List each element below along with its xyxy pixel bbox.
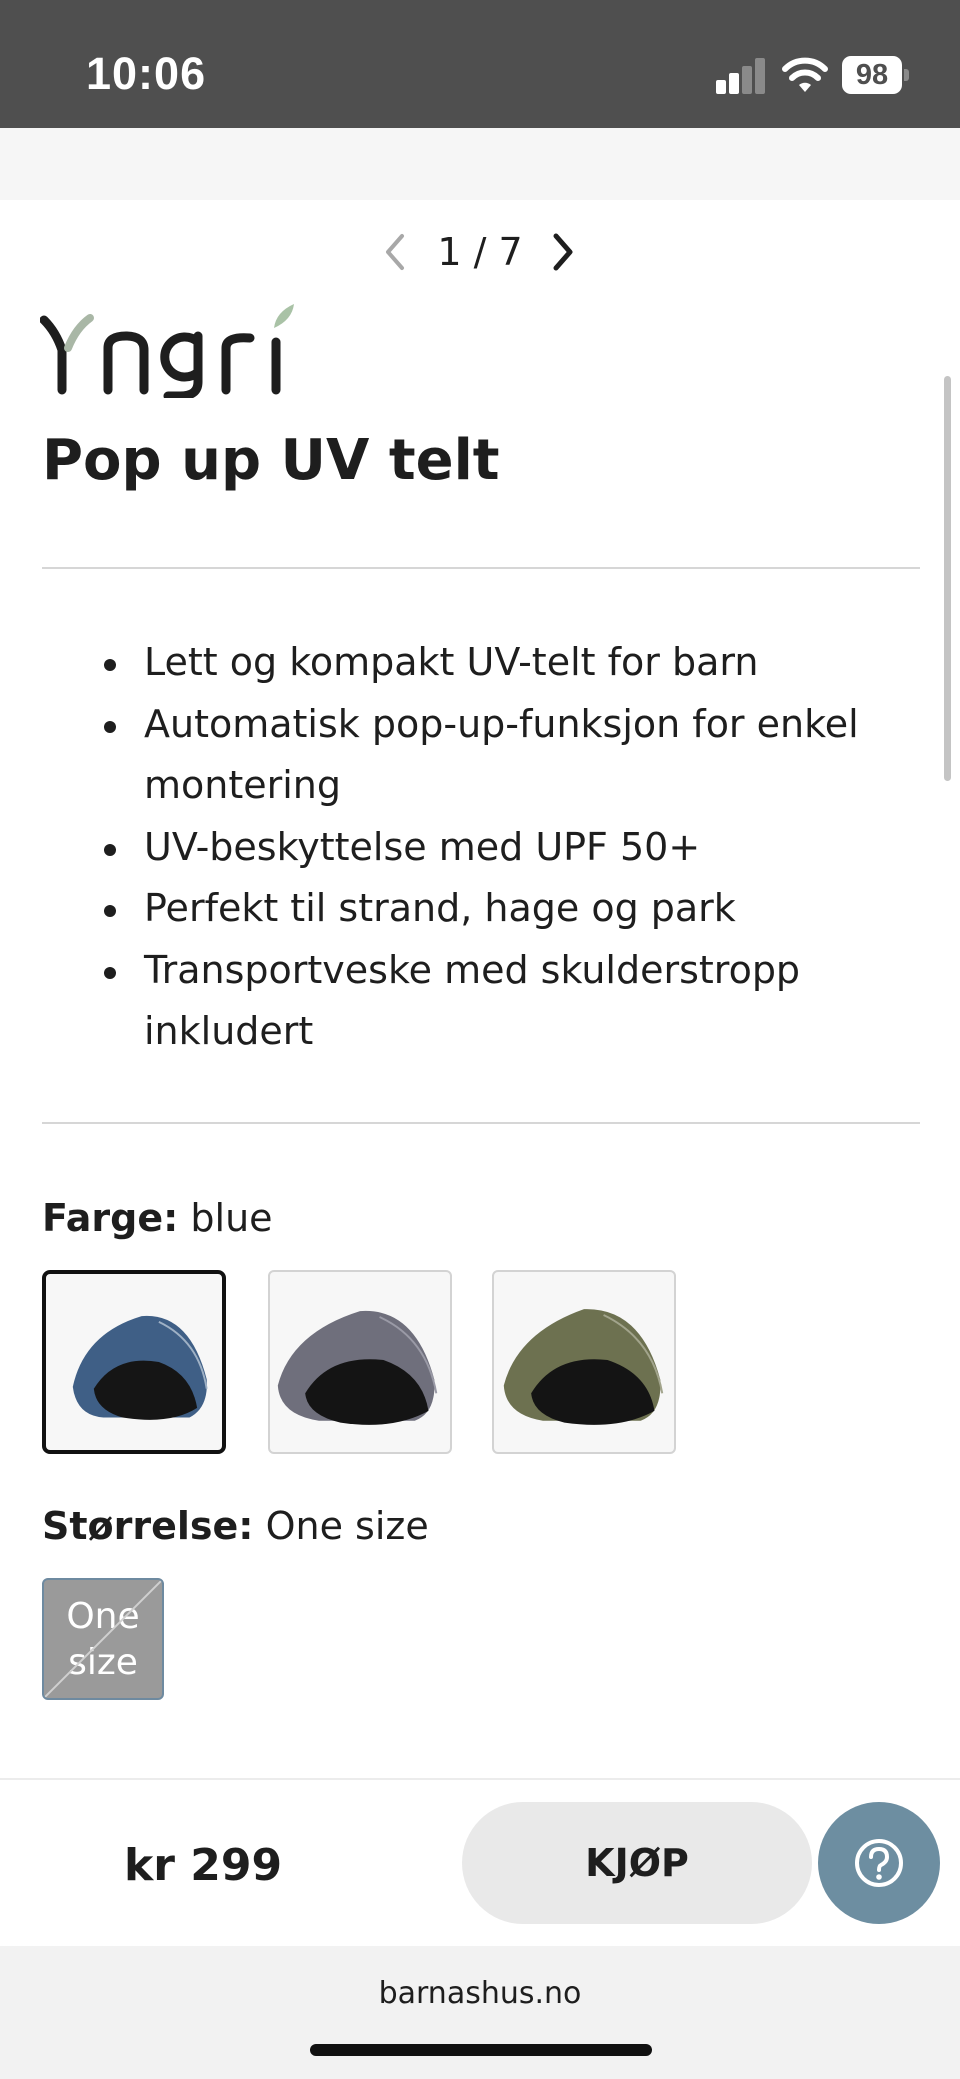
tent-green-image <box>503 1309 664 1425</box>
help-button[interactable] <box>818 1802 940 1924</box>
home-indicator[interactable] <box>310 2044 652 2056</box>
feature-item: Transportveske med skulderstropp inklude… <box>104 940 924 1063</box>
size-label: Størrelse: <box>42 1504 254 1548</box>
color-label: Farge: <box>42 1196 179 1240</box>
browser-address-bar[interactable]: barnashus.no <box>0 1946 960 2079</box>
feature-list: Lett og kompakt UV-telt for barn Automat… <box>104 632 924 1063</box>
chevron-right-icon[interactable] <box>548 230 578 274</box>
feature-item: Perfekt til strand, hage og park <box>104 878 924 940</box>
brand-logo[interactable] <box>40 298 320 398</box>
divider <box>42 567 920 569</box>
color-value: blue <box>190 1196 273 1240</box>
product-title: Pop up UV telt <box>42 428 500 493</box>
header-band <box>0 128 960 200</box>
unavailable-strike-icon <box>44 1580 162 1698</box>
size-chip-one-size[interactable]: One size <box>42 1578 164 1700</box>
color-swatch-grey[interactable] <box>268 1270 452 1454</box>
gallery-counter: 1 / 7 <box>437 230 523 274</box>
status-bar: 10:06 98 <box>0 0 960 128</box>
chevron-left-icon[interactable] <box>380 230 410 274</box>
price: kr 299 <box>123 1840 283 1891</box>
gallery-pager: 1 / 7 <box>0 222 960 282</box>
battery-level: 98 <box>842 56 902 94</box>
color-swatch-green[interactable] <box>492 1270 676 1454</box>
question-circle-icon <box>855 1839 903 1887</box>
tent-blue-image <box>72 1315 208 1420</box>
size-value: One size <box>265 1504 429 1548</box>
feature-item: UV-beskyttelse med UPF 50+ <box>104 817 924 879</box>
scrollbar[interactable] <box>944 376 951 781</box>
divider <box>42 1122 920 1124</box>
status-time: 10:06 <box>86 48 207 99</box>
buy-button[interactable]: KJØP <box>462 1802 812 1924</box>
feature-item: Lett og kompakt UV-telt for barn <box>104 632 924 694</box>
url-text[interactable]: barnashus.no <box>0 1976 960 2011</box>
tent-grey-image <box>277 1310 438 1425</box>
feature-item: Automatisk pop-up-funksjon for enkel mon… <box>104 694 924 817</box>
size-option-label: Størrelse: One size <box>42 1504 429 1548</box>
wifi-icon <box>782 57 828 92</box>
signal-icon <box>716 58 766 94</box>
color-option-label: Farge: blue <box>42 1196 273 1240</box>
purchase-bar: kr 299 KJØP <box>0 1778 960 1946</box>
color-swatch-blue[interactable] <box>42 1270 226 1454</box>
battery-icon: 98 <box>842 56 909 94</box>
